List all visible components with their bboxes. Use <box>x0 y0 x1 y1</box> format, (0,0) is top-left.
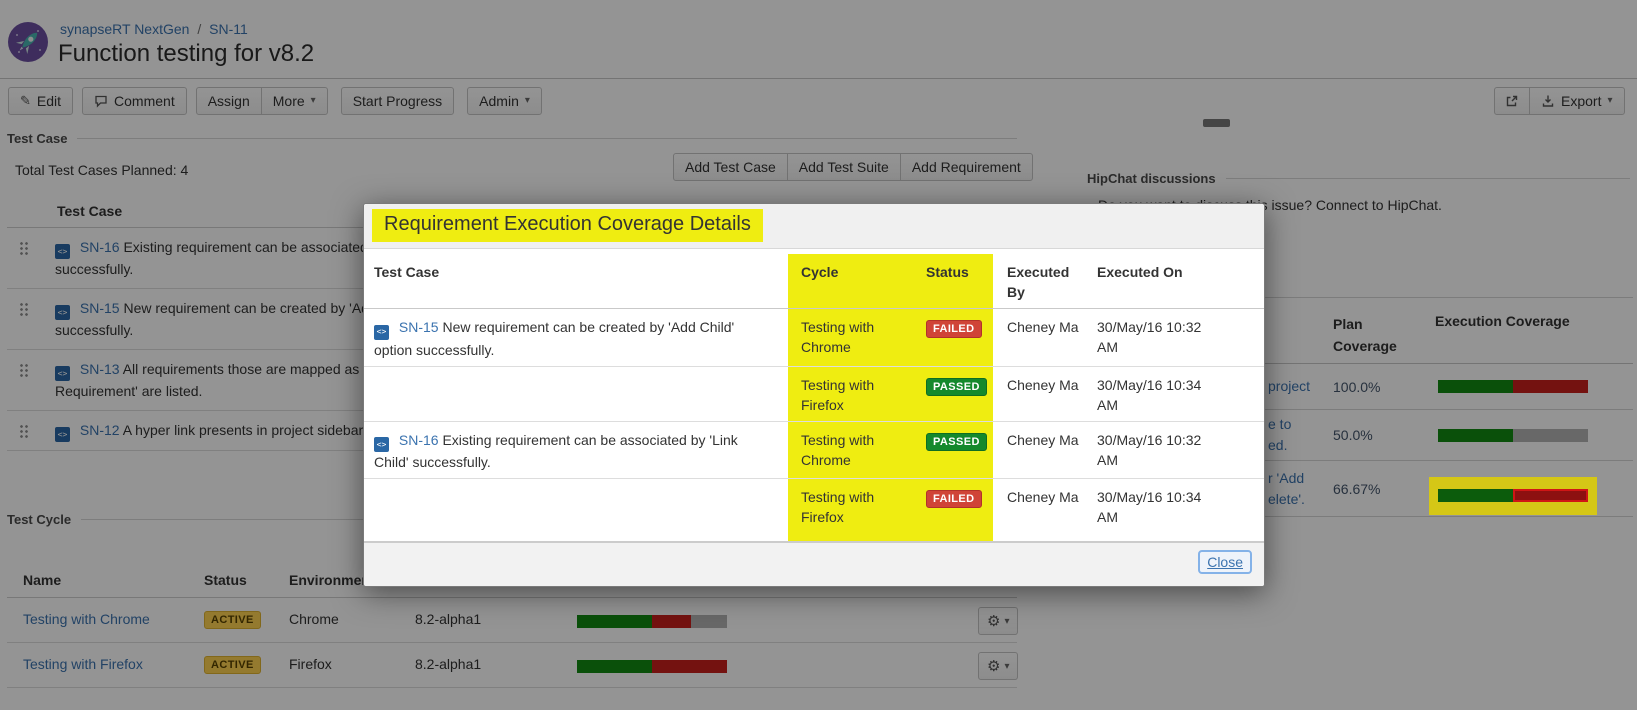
dialog-table-header: Test Case Cycle Status Executed By Execu… <box>364 249 1264 309</box>
status-badge: FAILED <box>926 320 982 338</box>
dialog-status-cell: FAILED <box>921 479 999 533</box>
dialog-executed-on-cell: 30/May/16 10:34 AM <box>1091 367 1264 421</box>
dialog-body: Test Case Cycle Status Executed By Execu… <box>364 249 1264 541</box>
dialog-cycle-cell: Testing with Chrome <box>791 422 921 479</box>
dialog-cycle-cell: Testing with Firefox <box>791 479 921 533</box>
dialog-executed-by-cell: Cheney Ma <box>999 309 1091 366</box>
close-link[interactable]: Close <box>1198 550 1252 574</box>
dialog-status-cell: PASSED <box>921 367 999 421</box>
issue-page: synapseRT NextGen / SN-11 Function testi… <box>0 0 1637 710</box>
dialog-cycle-cell: Testing with Chrome <box>791 309 921 366</box>
dialog-test-case-cell: <> SN-15 New requirement can be created … <box>364 309 791 366</box>
dialog-footer: Close <box>364 541 1264 586</box>
dialog-row: <> Testing with Firefox PASSED Cheney Ma… <box>364 367 1264 422</box>
dialog-row: <> SN-16 Existing requirement can be ass… <box>364 422 1264 480</box>
dialog-cycle-cell: Testing with Firefox <box>791 367 921 421</box>
dialog-status-cell: PASSED <box>921 422 999 479</box>
dialog-row: <> SN-15 New requirement can be created … <box>364 309 1264 367</box>
col-test-case: Test Case <box>364 249 791 308</box>
test-case-icon: <> <box>374 325 389 340</box>
dialog-executed-on-cell: 30/May/16 10:32 AM <box>1091 422 1264 479</box>
status-badge: FAILED <box>926 490 982 508</box>
dialog-row: <> Testing with Firefox FAILED Cheney Ma… <box>364 479 1264 533</box>
col-executed-on: Executed On <box>1091 249 1264 308</box>
status-badge: PASSED <box>926 378 987 396</box>
requirement-coverage-dialog: Requirement Execution Coverage Details T… <box>363 203 1265 587</box>
dialog-executed-on-cell: 30/May/16 10:32 AM <box>1091 309 1264 366</box>
col-status: Status <box>921 249 999 308</box>
dialog-test-case-cell: <> <box>364 479 791 533</box>
test-case-icon: <> <box>374 437 389 452</box>
status-badge: PASSED <box>926 433 987 451</box>
dialog-executed-by-cell: Cheney Ma <box>999 479 1091 533</box>
dialog-executed-by-cell: Cheney Ma <box>999 367 1091 421</box>
col-cycle: Cycle <box>791 249 921 308</box>
highlight-annotation <box>1429 477 1597 515</box>
dialog-test-case-cell: <> <box>364 367 791 421</box>
dialog-executed-by-cell: Cheney Ma <box>999 422 1091 479</box>
test-case-key-link[interactable]: SN-16 <box>399 432 439 448</box>
dialog-test-case-cell: <> SN-16 Existing requirement can be ass… <box>364 422 791 479</box>
col-executed-by: Executed By <box>999 249 1091 308</box>
dialog-status-cell: FAILED <box>921 309 999 366</box>
test-case-key-link[interactable]: SN-15 <box>399 319 439 335</box>
dialog-header: Requirement Execution Coverage Details <box>364 204 1264 249</box>
dialog-title: Requirement Execution Coverage Details <box>372 209 763 242</box>
dialog-executed-on-cell: 30/May/16 10:34 AM <box>1091 479 1264 533</box>
execution-coverage-bar <box>1438 489 1588 502</box>
